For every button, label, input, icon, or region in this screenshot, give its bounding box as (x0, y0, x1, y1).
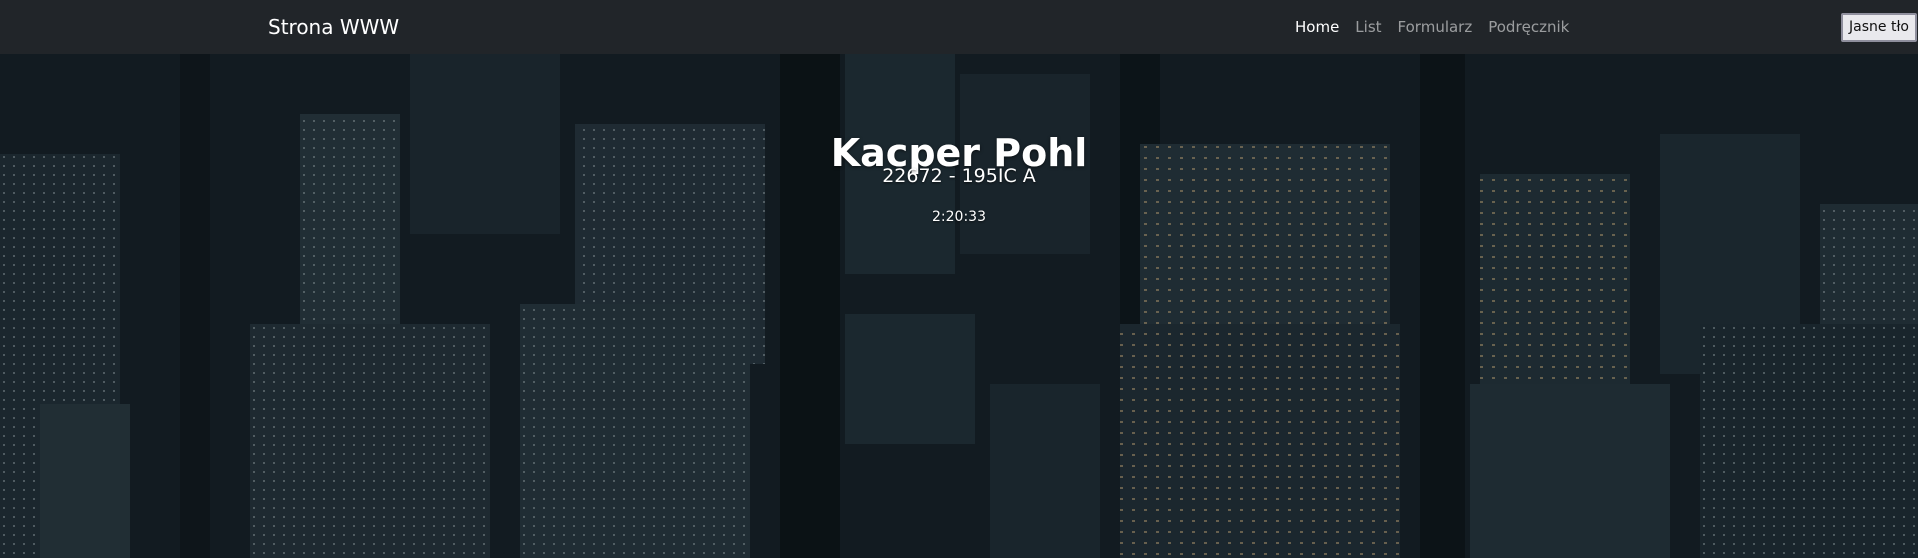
clock-display: 2:20:33 (932, 209, 986, 225)
hero-section: Kacper Pohl 22672 - 195IC A 2:20:33 (0, 54, 1918, 558)
navbar: Strona WWW Home List Formularz Podręczni… (0, 0, 1918, 54)
student-id-subtitle: 22672 - 195IC A (882, 165, 1036, 187)
nav-links: Home List Formularz Podręcznik (1295, 17, 1585, 37)
nav-home[interactable]: Home (1295, 17, 1339, 37)
page: Strona WWW Home List Formularz Podręczni… (0, 0, 1918, 558)
theme-toggle-button[interactable]: Jasne tło (1841, 13, 1917, 42)
nav-list[interactable]: List (1355, 17, 1381, 37)
nav-formularz[interactable]: Formularz (1398, 17, 1473, 37)
brand-link[interactable]: Strona WWW (268, 14, 399, 40)
nav-podrecznik[interactable]: Podręcznik (1488, 17, 1569, 37)
